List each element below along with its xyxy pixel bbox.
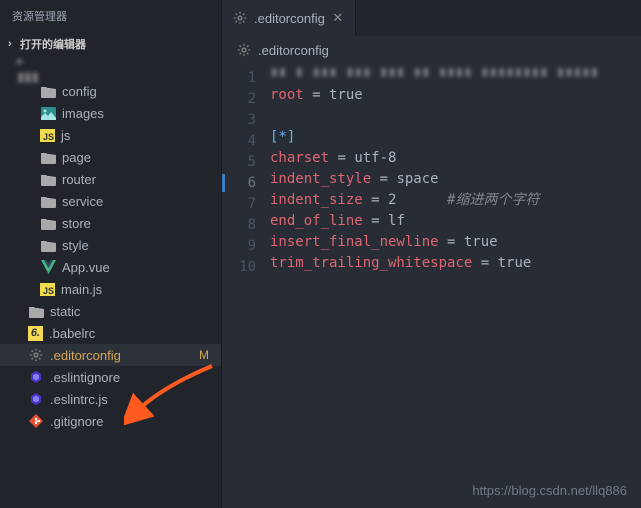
- open-editors-header[interactable]: › 打开的编辑器: [0, 32, 221, 56]
- tab-editorconfig[interactable]: .editorconfig ✕: [222, 0, 356, 36]
- eslint-icon: [28, 369, 44, 385]
- line-number: 4: [222, 131, 256, 152]
- js-icon: JS: [40, 129, 55, 142]
- tree-item-label: js: [61, 128, 70, 143]
- code-editor[interactable]: 12345678910 ▮▮ ▮ ▮▮▮ ▮▮▮ ▮▮▮ ▮▮ ▮▮▮▮ ▮▮▮…: [222, 64, 641, 508]
- tree-item-label: router: [62, 172, 96, 187]
- tree-item-js[interactable]: JS js: [0, 124, 221, 146]
- code-line[interactable]: indent_size = 2 #缩进两个字符: [270, 190, 641, 211]
- tree-item-service[interactable]: service: [0, 190, 221, 212]
- chevron-right-icon: ›: [8, 38, 16, 50]
- code-line[interactable]: indent_style = space: [270, 169, 641, 190]
- gear-icon: [232, 10, 248, 26]
- tree-item-router[interactable]: router: [0, 168, 221, 190]
- folder-icon: [40, 171, 56, 187]
- line-number: 3: [222, 110, 256, 131]
- gear-icon: [28, 347, 44, 363]
- editor-pane: .editorconfig ✕ .editorconfig 1234567891…: [222, 0, 641, 508]
- tree-item-label: .eslintrc.js: [50, 392, 108, 407]
- blurred-line: ▮▮ ▮ ▮▮▮ ▮▮▮ ▮▮▮ ▮▮ ▮▮▮▮ ▮▮▮▮▮▮▮▮ ▮▮▮▮▮: [270, 62, 641, 83]
- explorer-sidebar: 资源管理器 › 打开的编辑器 ▸ ▮▮▮ config images JS js pag…: [0, 0, 222, 508]
- code-line[interactable]: end_of_line = lf: [270, 211, 641, 232]
- tree-item-label: static: [50, 304, 80, 319]
- tree-item-label: .gitignore: [50, 414, 103, 429]
- code-line[interactable]: trim_trailing_whitespace = true: [270, 253, 641, 274]
- vue-icon: [40, 259, 56, 275]
- js-icon: JS: [40, 283, 55, 296]
- folder-icon: [40, 193, 56, 209]
- code-line[interactable]: root = true: [270, 85, 641, 106]
- line-number: 10: [222, 257, 256, 278]
- tree-item-Appvue[interactable]: App.vue: [0, 256, 221, 278]
- folder-icon: ▸ ▮▮▮: [20, 61, 36, 77]
- line-number: 9: [222, 236, 256, 257]
- gear-icon: [236, 42, 252, 58]
- folder-icon: [40, 149, 56, 165]
- tree-item-label: store: [62, 216, 91, 231]
- code-line[interactable]: [270, 106, 641, 127]
- code-content[interactable]: ▮▮ ▮ ▮▮▮ ▮▮▮ ▮▮▮ ▮▮ ▮▮▮▮ ▮▮▮▮▮▮▮▮ ▮▮▮▮▮ …: [270, 68, 641, 508]
- code-line[interactable]: [270, 274, 641, 295]
- line-number: 1: [222, 68, 256, 89]
- watermark: https://blog.csdn.net/llq886: [472, 483, 627, 498]
- tree-item-static[interactable]: static: [0, 300, 221, 322]
- folder-icon: [28, 303, 44, 319]
- tree-item-eslintignore[interactable]: .eslintignore: [0, 366, 221, 388]
- line-number: 5: [222, 152, 256, 173]
- tree-root[interactable]: ▸ ▮▮▮: [0, 58, 221, 80]
- folder-icon: [40, 237, 56, 253]
- tree-item-label: images: [62, 106, 104, 121]
- image-icon: [40, 105, 56, 121]
- tree-item-style[interactable]: style: [0, 234, 221, 256]
- code-line[interactable]: [*]: [270, 127, 641, 148]
- code-line[interactable]: charset = utf-8: [270, 148, 641, 169]
- line-gutter: 12345678910: [222, 68, 270, 508]
- tree-item-label: config: [62, 84, 97, 99]
- folder-icon: [40, 83, 56, 99]
- file-tree: ▸ ▮▮▮ config images JS js page router service s…: [0, 56, 221, 508]
- tree-item-label: App.vue: [62, 260, 110, 275]
- close-icon[interactable]: ✕: [331, 11, 345, 25]
- tree-item-label: .eslintignore: [50, 370, 120, 385]
- line-number: 8: [222, 215, 256, 236]
- tree-item-label: style: [62, 238, 89, 253]
- code-line[interactable]: insert_final_newline = true: [270, 232, 641, 253]
- line-number: 6: [222, 173, 256, 194]
- folder-icon: [40, 215, 56, 231]
- breadcrumb[interactable]: .editorconfig: [222, 36, 641, 64]
- git-icon: [28, 413, 44, 429]
- tree-item-label: page: [62, 150, 91, 165]
- tree-item-babelrc[interactable]: 6. .babelrc: [0, 322, 221, 344]
- line-number: 7: [222, 194, 256, 215]
- tab-bar: .editorconfig ✕: [222, 0, 641, 36]
- open-editors-label: 打开的编辑器: [20, 36, 86, 52]
- tree-item-label: .editorconfig: [50, 348, 121, 363]
- explorer-title: 资源管理器: [0, 0, 221, 32]
- tree-item-label: service: [62, 194, 103, 209]
- tree-item-editorconfig[interactable]: .editorconfig M: [0, 344, 221, 366]
- tree-item-label: main.js: [61, 282, 102, 297]
- tree-item-store[interactable]: store: [0, 212, 221, 234]
- tree-item-mainjs[interactable]: JS main.js: [0, 278, 221, 300]
- breadcrumb-label: .editorconfig: [258, 43, 329, 58]
- line-number: 2: [222, 89, 256, 110]
- tree-item-eslintrcjs[interactable]: .eslintrc.js: [0, 388, 221, 410]
- vcs-status: M: [199, 348, 209, 362]
- babel-icon: 6.: [28, 326, 43, 341]
- tree-item-images[interactable]: images: [0, 102, 221, 124]
- tab-label: .editorconfig: [254, 11, 325, 26]
- tree-item-gitignore[interactable]: .gitignore: [0, 410, 221, 432]
- tree-item-label: .babelrc: [49, 326, 95, 341]
- tree-item-page[interactable]: page: [0, 146, 221, 168]
- eslint-icon: [28, 391, 44, 407]
